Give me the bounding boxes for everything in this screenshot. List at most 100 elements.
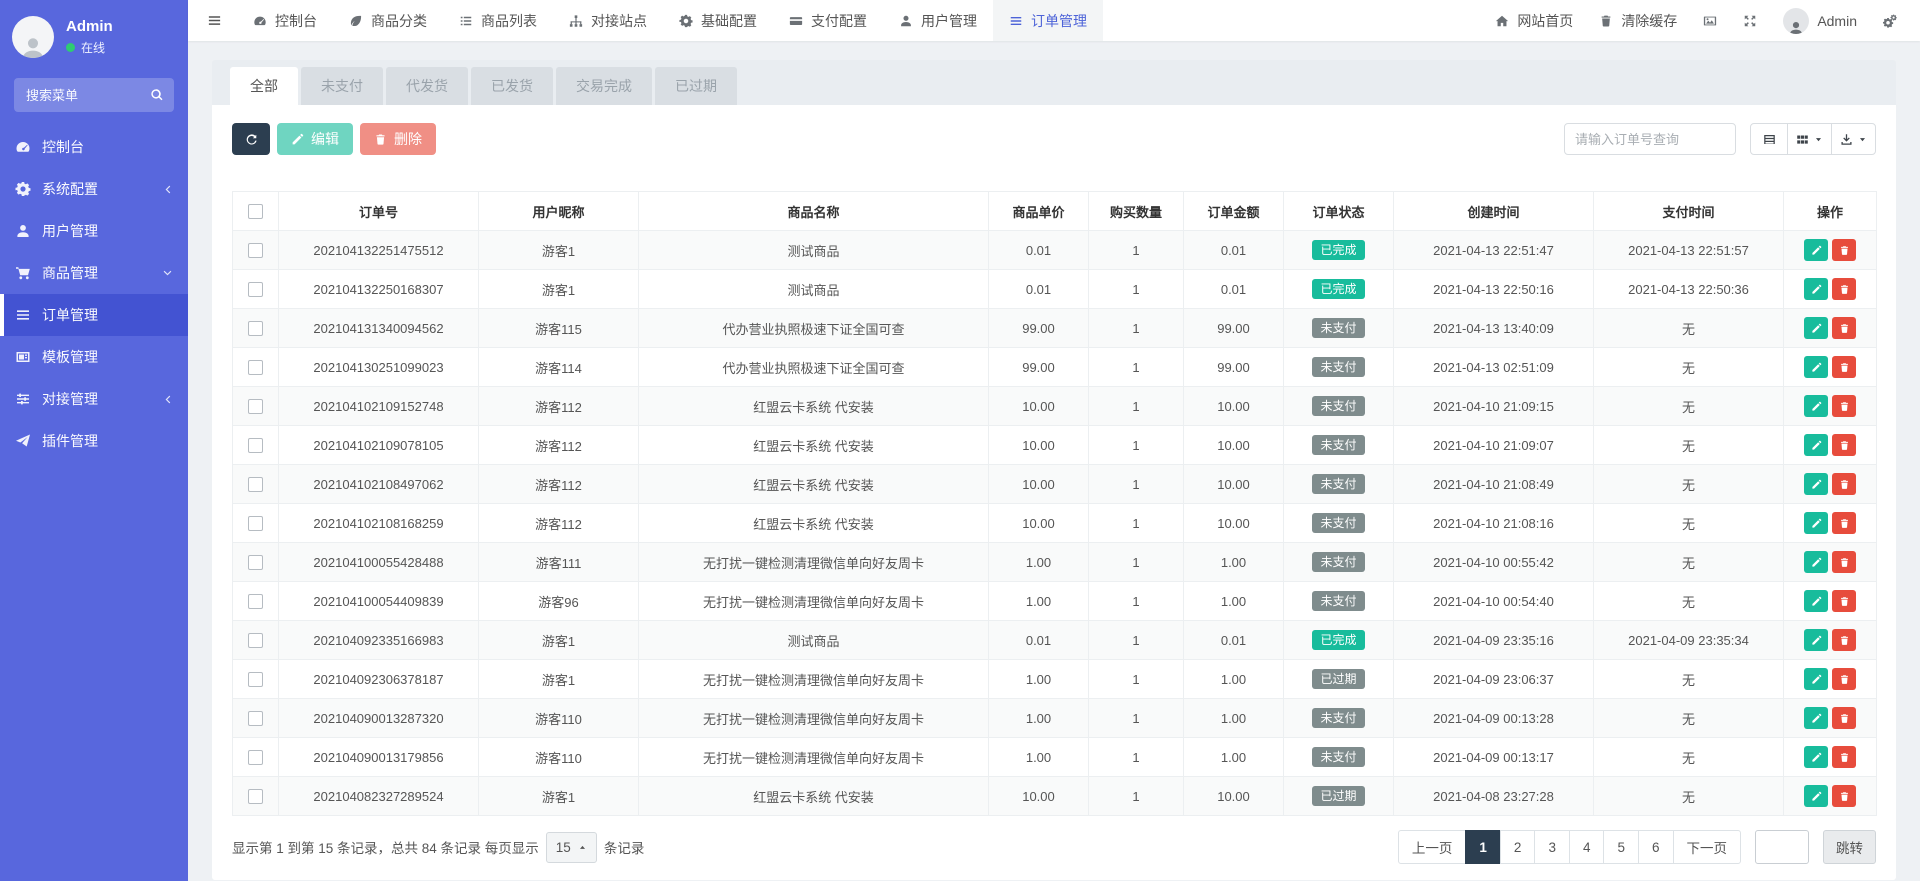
row-edit-button[interactable] bbox=[1804, 590, 1828, 612]
row-edit-button[interactable] bbox=[1804, 551, 1828, 573]
row-delete-button[interactable] bbox=[1832, 278, 1856, 300]
pagination-page-6[interactable]: 6 bbox=[1638, 830, 1674, 864]
row-checkbox[interactable] bbox=[248, 594, 263, 609]
pagination-page-4[interactable]: 4 bbox=[1569, 830, 1605, 864]
row-delete-button[interactable] bbox=[1832, 590, 1856, 612]
row-checkbox[interactable] bbox=[248, 321, 263, 336]
export-button[interactable] bbox=[1831, 123, 1876, 155]
tab-未支付[interactable]: 未支付 bbox=[301, 67, 383, 105]
nav-item-控制台[interactable]: 控制台 bbox=[237, 0, 333, 41]
sidebar-item-系统配置[interactable]: 系统配置 bbox=[0, 168, 188, 210]
row-checkbox[interactable] bbox=[248, 360, 263, 375]
jump-page-input[interactable] bbox=[1755, 830, 1809, 864]
row-edit-button[interactable] bbox=[1804, 629, 1828, 651]
row-delete-button[interactable] bbox=[1832, 356, 1856, 378]
row-checkbox[interactable] bbox=[248, 282, 263, 297]
row-delete-button[interactable] bbox=[1832, 629, 1856, 651]
row-edit-button[interactable] bbox=[1804, 746, 1828, 768]
nav-item-基础配置[interactable]: 基础配置 bbox=[663, 0, 773, 41]
table-row: 202104100055428488游客111无打扰一键检测清理微信单向好友周卡… bbox=[233, 543, 1877, 582]
row-edit-button[interactable] bbox=[1804, 512, 1828, 534]
nav-item-订单管理[interactable]: 订单管理 bbox=[993, 0, 1103, 41]
navbar-clear-cache[interactable]: 清除缓存 bbox=[1586, 0, 1690, 41]
toggle-view-button[interactable] bbox=[1750, 123, 1788, 155]
row-delete-button[interactable] bbox=[1832, 746, 1856, 768]
select-all-checkbox[interactable] bbox=[248, 204, 263, 219]
row-edit-button[interactable] bbox=[1804, 707, 1828, 729]
tab-已过期[interactable]: 已过期 bbox=[655, 67, 737, 105]
row-delete-button[interactable] bbox=[1832, 317, 1856, 339]
row-checkbox[interactable] bbox=[248, 399, 263, 414]
row-delete-button[interactable] bbox=[1832, 473, 1856, 495]
tab-交易完成[interactable]: 交易完成 bbox=[556, 67, 652, 105]
nav-item-商品分类[interactable]: 商品分类 bbox=[333, 0, 443, 41]
row-edit-button[interactable] bbox=[1804, 239, 1828, 261]
order-search-input[interactable] bbox=[1564, 123, 1736, 155]
row-checkbox[interactable] bbox=[248, 711, 263, 726]
row-delete-button[interactable] bbox=[1832, 239, 1856, 261]
nav-item-用户管理[interactable]: 用户管理 bbox=[883, 0, 993, 41]
row-edit-button[interactable] bbox=[1804, 785, 1828, 807]
row-edit-button[interactable] bbox=[1804, 434, 1828, 456]
tab-已发货[interactable]: 已发货 bbox=[471, 67, 553, 105]
row-edit-button[interactable] bbox=[1804, 317, 1828, 339]
row-delete-button[interactable] bbox=[1832, 551, 1856, 573]
tab-代发货[interactable]: 代发货 bbox=[386, 67, 468, 105]
refresh-button[interactable] bbox=[232, 123, 270, 155]
trash-icon bbox=[1599, 14, 1613, 28]
jump-button[interactable]: 跳转 bbox=[1823, 830, 1876, 864]
sidebar-item-插件管理[interactable]: 插件管理 bbox=[0, 420, 188, 462]
search-icon[interactable] bbox=[150, 88, 164, 102]
row-checkbox[interactable] bbox=[248, 750, 263, 765]
sidebar-item-模板管理[interactable]: 模板管理 bbox=[0, 336, 188, 378]
delete-button[interactable]: 删除 bbox=[360, 123, 436, 155]
navbar-site-home[interactable]: 网站首页 bbox=[1482, 0, 1586, 41]
tab-全部[interactable]: 全部 bbox=[230, 67, 298, 105]
row-checkbox[interactable] bbox=[248, 516, 263, 531]
cell-quantity: 1 bbox=[1089, 699, 1184, 738]
row-delete-button[interactable] bbox=[1832, 668, 1856, 690]
row-edit-button[interactable] bbox=[1804, 473, 1828, 495]
table-row: 202104092306378187游客1无打扰一键检测清理微信单向好友周卡1.… bbox=[233, 660, 1877, 699]
row-delete-button[interactable] bbox=[1832, 785, 1856, 807]
pagination-prev[interactable]: 上一页 bbox=[1398, 830, 1467, 864]
row-delete-button[interactable] bbox=[1832, 434, 1856, 456]
pagination-next[interactable]: 下一页 bbox=[1673, 830, 1742, 864]
row-edit-button[interactable] bbox=[1804, 278, 1828, 300]
edit-button[interactable]: 编辑 bbox=[277, 123, 353, 155]
row-checkbox[interactable] bbox=[248, 789, 263, 804]
pagination-page-5[interactable]: 5 bbox=[1603, 830, 1639, 864]
navbar-fullscreen[interactable] bbox=[1730, 0, 1770, 41]
row-checkbox[interactable] bbox=[248, 477, 263, 492]
row-checkbox[interactable] bbox=[248, 672, 263, 687]
row-edit-button[interactable] bbox=[1804, 356, 1828, 378]
sidebar-item-用户管理[interactable]: 用户管理 bbox=[0, 210, 188, 252]
pagination-page-3[interactable]: 3 bbox=[1534, 830, 1570, 864]
nav-item-对接站点[interactable]: 对接站点 bbox=[553, 0, 663, 41]
pagination-page-2[interactable]: 2 bbox=[1500, 830, 1536, 864]
row-checkbox[interactable] bbox=[248, 438, 263, 453]
row-delete-button[interactable] bbox=[1832, 395, 1856, 417]
row-delete-button[interactable] bbox=[1832, 512, 1856, 534]
row-delete-button[interactable] bbox=[1832, 707, 1856, 729]
pagination-page-1[interactable]: 1 bbox=[1465, 830, 1501, 864]
row-checkbox[interactable] bbox=[248, 633, 263, 648]
nav-item-支付配置[interactable]: 支付配置 bbox=[773, 0, 883, 41]
column-header-操作: 操作 bbox=[1784, 192, 1877, 231]
sidebar-item-对接管理[interactable]: 对接管理 bbox=[0, 378, 188, 420]
row-edit-button[interactable] bbox=[1804, 668, 1828, 690]
sidebar-item-控制台[interactable]: 控制台 bbox=[0, 126, 188, 168]
navbar-settings[interactable] bbox=[1870, 0, 1910, 41]
nav-item-商品列表[interactable]: 商品列表 bbox=[443, 0, 553, 41]
sidebar-item-商品管理[interactable]: 商品管理 bbox=[0, 252, 188, 294]
navbar-user[interactable]: Admin bbox=[1770, 0, 1870, 41]
columns-button[interactable] bbox=[1787, 123, 1832, 155]
navbar-gallery[interactable] bbox=[1690, 0, 1730, 41]
page-size-select[interactable]: 15 bbox=[546, 832, 597, 863]
menu-toggle-button[interactable] bbox=[192, 0, 237, 41]
cell-actions bbox=[1784, 270, 1877, 309]
row-edit-button[interactable] bbox=[1804, 395, 1828, 417]
row-checkbox[interactable] bbox=[248, 555, 263, 570]
sidebar-item-订单管理[interactable]: 订单管理 bbox=[0, 294, 188, 336]
row-checkbox[interactable] bbox=[248, 243, 263, 258]
